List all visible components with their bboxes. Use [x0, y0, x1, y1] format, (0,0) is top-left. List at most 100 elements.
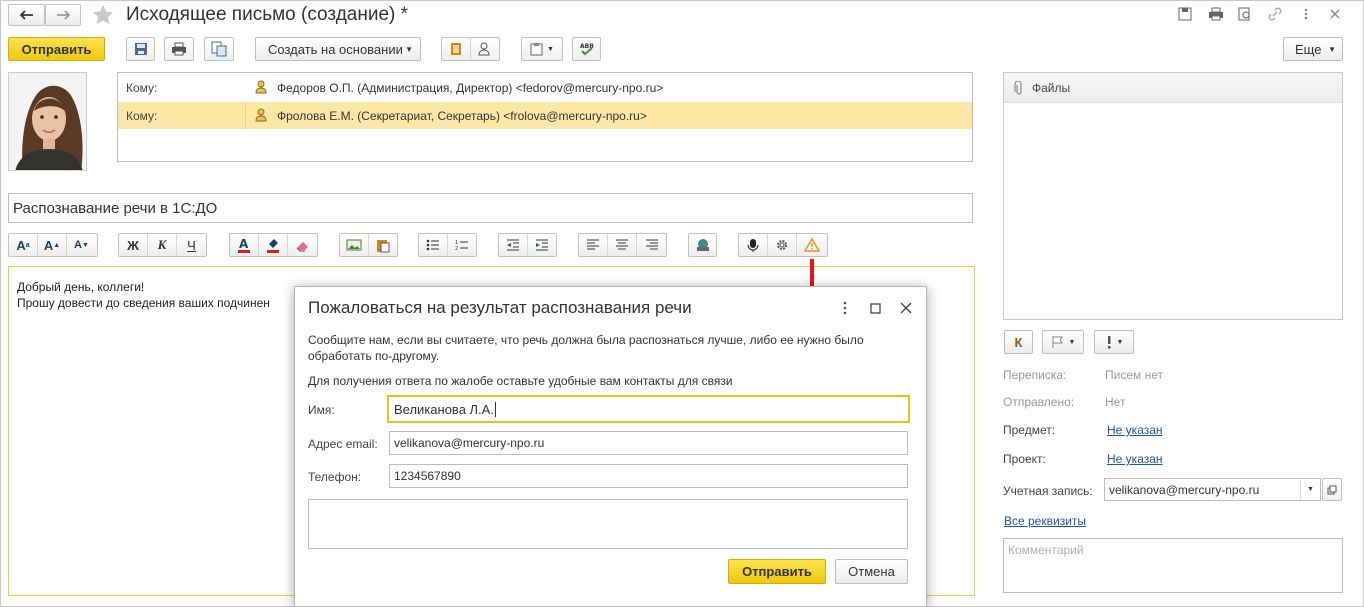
email-label: Адрес email:: [308, 437, 378, 451]
all-properties-link[interactable]: Все реквизиты: [1004, 514, 1086, 528]
complaint-textarea[interactable]: [308, 499, 908, 549]
name-label: Имя:: [308, 403, 335, 417]
recipient-row[interactable]: Кому: Фролова Е.М. (Секретариат, Секрета…: [118, 102, 972, 129]
sent-label: Отправлено:: [1003, 395, 1075, 409]
phone-input[interactable]: 1234567890: [389, 464, 908, 488]
italic-button[interactable]: К: [148, 234, 177, 256]
speech-group: [738, 233, 828, 257]
clear-format-button[interactable]: [288, 234, 317, 256]
copy-button[interactable]: [204, 37, 234, 61]
speech-settings-button[interactable]: [768, 234, 797, 256]
list-group: 12: [418, 233, 477, 257]
recipient-row[interactable]: Кому: Федоров О.П. (Администрация, Дирек…: [118, 73, 972, 102]
close-icon[interactable]: [900, 302, 912, 314]
more-dots-icon[interactable]: [1299, 7, 1313, 21]
forward-button[interactable]: [45, 4, 81, 26]
indent-icon: [535, 239, 548, 251]
increase-font-button[interactable]: A ▲: [38, 234, 67, 256]
microphone-button[interactable]: [739, 234, 768, 256]
link-icon[interactable]: [1268, 7, 1282, 21]
microphone-icon: [747, 238, 759, 252]
eraser-icon: [296, 242, 308, 252]
contact-person-icon: [255, 108, 267, 122]
paste-button[interactable]: [369, 234, 397, 256]
insert-image-button[interactable]: [340, 234, 369, 256]
subject-label: Предмет:: [1003, 423, 1056, 437]
complain-button[interactable]: [797, 234, 826, 256]
address-book-button[interactable]: [442, 38, 471, 60]
person-icon: [478, 42, 490, 56]
chevron-down-icon: ▼: [547, 45, 554, 53]
importance-button[interactable]: ▼: [1094, 330, 1134, 354]
align-right-icon: [645, 239, 658, 250]
chevron-down-icon: ▼: [405, 44, 413, 54]
more-label: Еще: [1295, 41, 1322, 57]
create-based-on-label: Создать на основании: [268, 41, 403, 57]
recipient-value: Фролова Е.М. (Секретариат, Секретарь) <f…: [277, 109, 647, 123]
dialog-cancel-button[interactable]: Отмена: [835, 559, 908, 584]
template-button[interactable]: ▼: [521, 37, 563, 61]
comment-field[interactable]: Комментарий: [1003, 538, 1343, 593]
more-button[interactable]: Еще ▼: [1283, 37, 1343, 61]
bold-button[interactable]: Ж: [119, 234, 148, 256]
account-value: velikanova@mercury-npo.ru: [1109, 482, 1260, 497]
outdent-button[interactable]: [499, 234, 528, 256]
correspondence-label: Переписка:: [1003, 368, 1067, 382]
decrease-font-button[interactable]: A ▼: [67, 234, 96, 256]
open-account-button[interactable]: [1322, 478, 1342, 501]
font-button[interactable]: Aa: [9, 234, 38, 256]
copy-icon: [211, 41, 227, 57]
chevron-down-icon: ▼: [1068, 338, 1076, 346]
send-button[interactable]: Отправить: [8, 37, 105, 61]
project-link[interactable]: Не указан: [1107, 452, 1163, 466]
account-select[interactable]: velikanova@mercury-npo.ru ▼: [1104, 478, 1321, 501]
color-group: A: [229, 233, 318, 257]
subject-field[interactable]: Распознавание речи в 1С:ДО: [8, 193, 973, 223]
indent-button[interactable]: [528, 234, 556, 256]
svg-text:A: A: [239, 237, 249, 251]
numbered-list-button[interactable]: 12: [448, 234, 476, 256]
insert-link-button[interactable]: [688, 233, 717, 257]
outdent-icon: [506, 239, 519, 251]
text-cursor: [494, 401, 496, 417]
address-book-icon: [450, 43, 461, 55]
subject-link[interactable]: Не указан: [1107, 423, 1163, 437]
close-icon[interactable]: [1329, 8, 1341, 20]
files-title: Файлы: [1032, 81, 1071, 95]
chevron-down-icon: ▼: [1300, 479, 1320, 500]
more-dots-icon[interactable]: [842, 301, 848, 315]
row-divider: [245, 102, 246, 129]
recipient-field-label: Кому:: [126, 109, 158, 123]
star-icon[interactable]: [92, 4, 114, 25]
underline-button[interactable]: Ч: [177, 234, 206, 256]
clipboard-icon: [530, 43, 543, 56]
create-based-on-button[interactable]: Создать на основании ▼: [255, 37, 421, 61]
files-panel: Файлы: [1003, 72, 1343, 320]
save-button[interactable]: [126, 37, 155, 61]
fill-color-button[interactable]: [259, 234, 288, 256]
print-button[interactable]: [164, 37, 194, 61]
maximize-icon[interactable]: [870, 303, 881, 314]
align-left-button[interactable]: [579, 234, 608, 256]
preview-icon[interactable]: [1238, 7, 1252, 21]
save-icon[interactable]: [1178, 7, 1192, 21]
email-input[interactable]: velikanova@mercury-npo.ru: [389, 431, 908, 455]
warning-icon: [803, 238, 820, 252]
correspondence-value: Писем нет: [1105, 368, 1163, 382]
text-color-button[interactable]: A: [230, 234, 259, 256]
align-right-button[interactable]: [637, 234, 666, 256]
flag-button[interactable]: ▼: [1042, 330, 1084, 354]
chevron-down-icon: ▼: [1328, 44, 1336, 54]
print-icon[interactable]: [1208, 7, 1224, 21]
dialog-send-button[interactable]: Отправить: [728, 559, 826, 584]
contact-button[interactable]: [471, 38, 499, 60]
align-center-button[interactable]: [608, 234, 637, 256]
category-button[interactable]: К: [1004, 330, 1033, 354]
name-input[interactable]: Великанова Л.А.: [387, 395, 910, 423]
account-label: Учетная запись:: [1003, 484, 1093, 498]
bulleted-list-button[interactable]: [419, 234, 448, 256]
back-button[interactable]: [8, 4, 45, 26]
spellcheck-button[interactable]: ABB: [572, 37, 601, 61]
bullet-list-icon: [426, 239, 439, 251]
exclamation-icon: [1107, 336, 1111, 349]
